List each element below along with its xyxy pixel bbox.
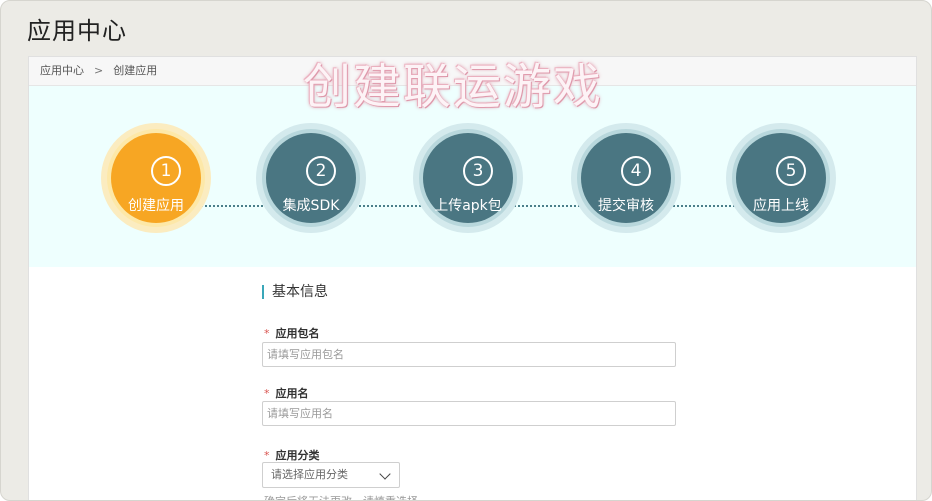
package-name-label-text: 应用包名 bbox=[275, 327, 320, 340]
step-app-online[interactable]: 5 应用上线 bbox=[726, 123, 836, 233]
step-label: 创建应用 bbox=[128, 198, 184, 214]
step-number: 5 bbox=[776, 156, 806, 186]
step-label: 上传apk包 bbox=[434, 198, 502, 214]
step-core: 1 创建应用 bbox=[111, 133, 201, 223]
app-window: 应用中心 应用中心 > 创建应用 1 创建应用 2 集成SDK 3 上传apk包… bbox=[0, 0, 932, 501]
category-hint: 确定后将无法更改，请慎重选择 bbox=[264, 493, 418, 500]
category-select[interactable]: 请选择应用分类 bbox=[262, 462, 400, 488]
breadcrumb-separator: > bbox=[94, 64, 104, 77]
breadcrumb-root-link[interactable]: 应用中心 bbox=[40, 57, 84, 85]
app-name-label: * 应用名 bbox=[264, 385, 309, 401]
required-mark: * bbox=[264, 327, 270, 340]
category-selected-value: 请选择应用分类 bbox=[271, 468, 348, 481]
step-core: 3 上传apk包 bbox=[423, 133, 513, 223]
step-label: 应用上线 bbox=[753, 198, 809, 214]
category-label: * 应用分类 bbox=[264, 447, 320, 463]
chevron-down-icon bbox=[379, 468, 391, 480]
required-mark: * bbox=[264, 387, 270, 400]
overlay-caption: 创建联运游戏 bbox=[303, 59, 604, 115]
package-name-input[interactable]: 请填写应用包名 bbox=[262, 342, 676, 367]
breadcrumb-current: 创建应用 bbox=[113, 64, 158, 77]
app-name-input[interactable]: 请填写应用名 bbox=[262, 401, 676, 426]
step-label: 集成SDK bbox=[282, 198, 340, 214]
category-label-text: 应用分类 bbox=[275, 449, 320, 462]
step-number: 4 bbox=[621, 156, 651, 186]
step-core: 4 提交审核 bbox=[581, 133, 671, 223]
step-create-app[interactable]: 1 创建应用 bbox=[101, 123, 211, 233]
package-name-label: * 应用包名 bbox=[264, 325, 320, 341]
required-mark: * bbox=[264, 449, 270, 462]
step-number: 3 bbox=[463, 156, 493, 186]
step-core: 5 应用上线 bbox=[736, 133, 826, 223]
main-panel: 应用中心 > 创建应用 1 创建应用 2 集成SDK 3 上传apk包 4 提交… bbox=[28, 56, 917, 500]
page-title: 应用中心 bbox=[27, 17, 127, 45]
step-submit-review[interactable]: 4 提交审核 bbox=[571, 123, 681, 233]
section-title: 基本信息 bbox=[262, 285, 328, 299]
step-upload-apk[interactable]: 3 上传apk包 bbox=[413, 123, 523, 233]
step-integrate-sdk[interactable]: 2 集成SDK bbox=[256, 123, 366, 233]
step-core: 2 集成SDK bbox=[266, 133, 356, 223]
step-label: 提交审核 bbox=[598, 198, 654, 214]
step-number: 2 bbox=[306, 156, 336, 186]
step-number: 1 bbox=[151, 156, 181, 186]
app-name-label-text: 应用名 bbox=[275, 387, 309, 400]
